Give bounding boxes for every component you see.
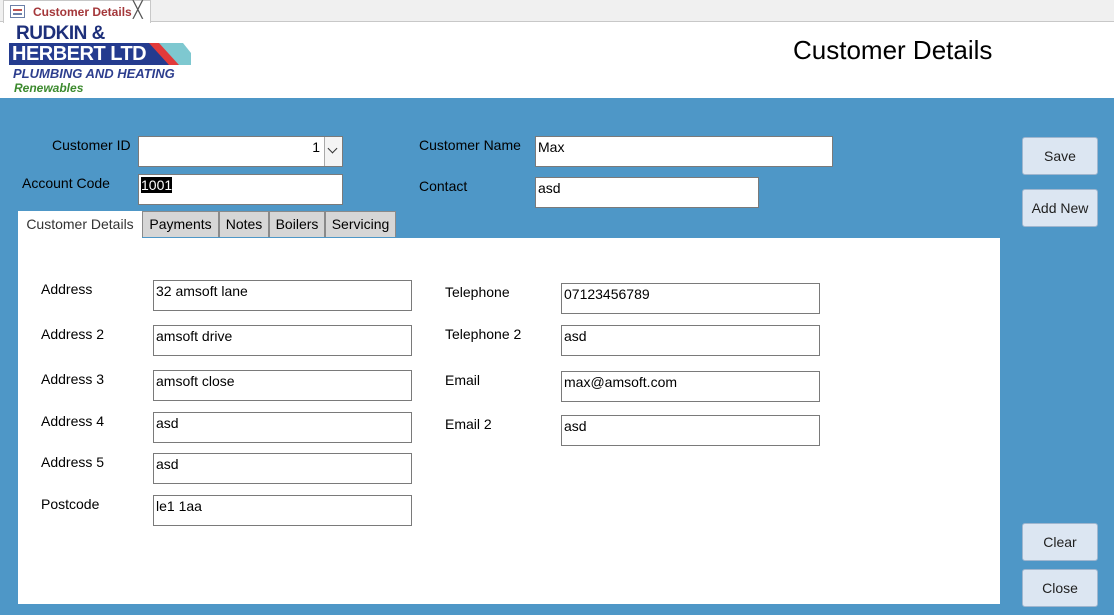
logo-line-4: Renewables	[14, 81, 84, 95]
document-tab-customer-details[interactable]: Customer Details ╳	[3, 0, 151, 23]
tab-notes[interactable]: Notes	[219, 211, 269, 237]
address-5-label: Address 5	[41, 454, 105, 470]
contact-field[interactable]: asd	[535, 177, 759, 208]
clear-button[interactable]: Clear	[1022, 523, 1098, 561]
email-label: Email	[445, 372, 481, 388]
account-code-label: Account Code	[22, 175, 110, 191]
telephone-label: Telephone	[445, 284, 510, 300]
address-2-label: Address 2	[41, 326, 105, 342]
account-code-field[interactable]: 1001	[138, 174, 343, 205]
form-icon	[10, 5, 25, 18]
chevron-down-icon	[327, 143, 338, 154]
form-header: RUDKIN & HERBERT LTD PLUMBING AND HEATIN…	[0, 23, 1114, 98]
address-2-field[interactable]: amsoft drive	[153, 325, 412, 356]
telephone-field[interactable]: 07123456789	[561, 283, 820, 314]
email-field[interactable]: max@amsoft.com	[561, 371, 820, 402]
logo-line-2: HERBERT LTD	[12, 43, 147, 65]
close-button[interactable]: Close	[1022, 569, 1098, 607]
company-logo: RUDKIN & HERBERT LTD PLUMBING AND HEATIN…	[9, 23, 194, 97]
address-4-field[interactable]: asd	[153, 412, 412, 443]
postcode-field[interactable]: le1 1aa	[153, 495, 412, 526]
customer-id-label: Customer ID	[52, 137, 131, 153]
tab-payments[interactable]: Payments	[142, 211, 219, 237]
address-label: Address	[41, 281, 93, 297]
customer-name-label: Customer Name	[419, 137, 521, 153]
tab-servicing[interactable]: Servicing	[325, 211, 396, 237]
document-tab-bar: Customer Details ╳	[0, 0, 1114, 23]
document-tab-label: Customer Details	[33, 5, 132, 19]
contact-label: Contact	[419, 178, 468, 194]
account-code-value: 1001	[141, 177, 173, 193]
address-field[interactable]: 32 amsoft lane	[153, 280, 412, 311]
logo-line-3: PLUMBING AND HEATING	[13, 66, 175, 81]
customer-name-field[interactable]: Max	[535, 136, 833, 167]
add-new-button[interactable]: Add New	[1022, 189, 1098, 227]
address-5-field[interactable]: asd	[153, 453, 412, 484]
logo-stripe-graphic	[149, 43, 191, 65]
telephone-2-label: Telephone 2	[445, 326, 522, 342]
page-title: Customer Details	[793, 35, 993, 65]
address-3-field[interactable]: amsoft close	[153, 370, 412, 401]
tab-customer-details[interactable]: Customer Details	[18, 211, 142, 239]
tab-boilers[interactable]: Boilers	[269, 211, 325, 237]
customer-id-combo[interactable]: 1	[138, 136, 343, 167]
email-2-label: Email 2	[445, 416, 492, 432]
close-icon[interactable]: ╳	[133, 1, 143, 21]
save-button[interactable]: Save	[1022, 137, 1098, 175]
logo-line-1: RUDKIN &	[16, 23, 105, 44]
email-2-field[interactable]: asd	[561, 415, 820, 446]
address-3-label: Address 3	[41, 371, 105, 387]
telephone-2-field[interactable]: asd	[561, 325, 820, 356]
combo-dropdown-button[interactable]	[324, 137, 342, 166]
address-4-label: Address 4	[41, 413, 105, 429]
customer-id-value: 1	[312, 139, 320, 155]
postcode-label: Postcode	[41, 496, 100, 512]
